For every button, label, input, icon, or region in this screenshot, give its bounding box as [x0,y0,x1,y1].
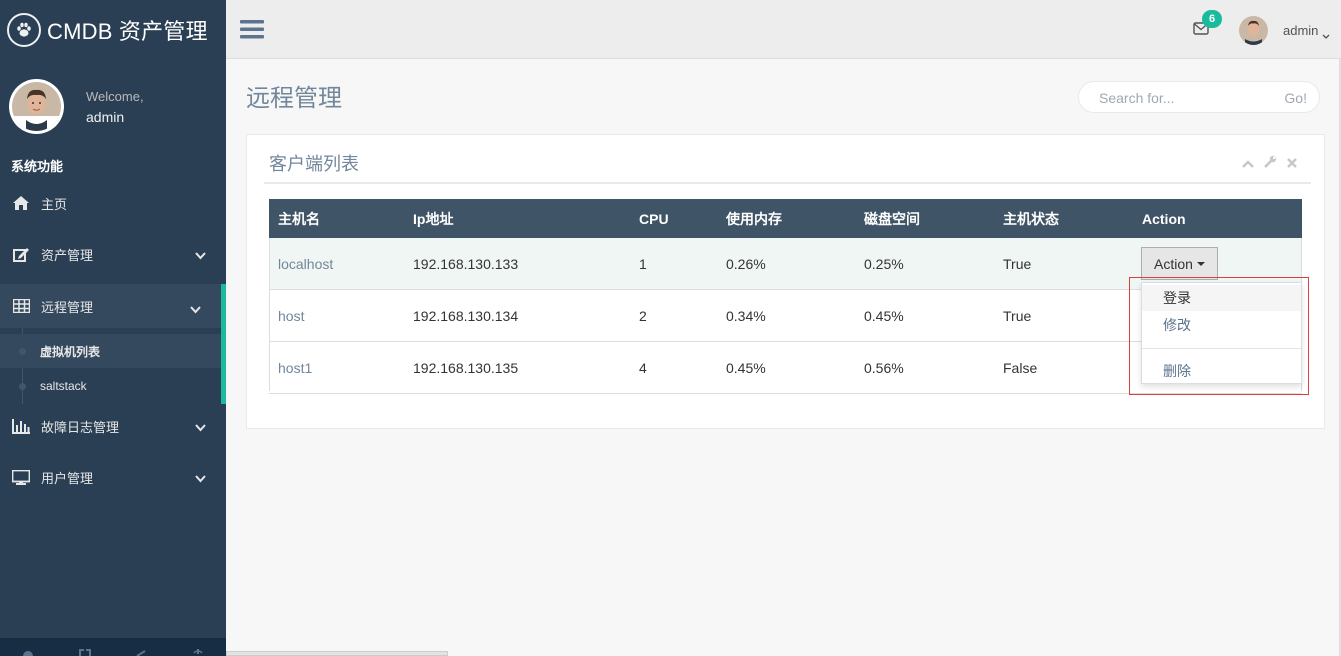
table-header-row: 主机名 Ip地址 CPU 使用内存 磁盘空间 主机状态 Action [269,199,1302,238]
sidebar-item-label: 资产管理 [41,247,94,263]
column-header: Ip地址 [404,199,630,238]
sidebar-item-home[interactable]: 主页 [0,183,226,223]
memory-cell: 0.34% [717,289,855,342]
cpu-cell: 1 [630,238,717,290]
power-icon[interactable] [191,648,205,656]
menu-item-edit[interactable]: 修改 [1142,312,1301,338]
lock-icon[interactable] [134,648,148,656]
submenu-item-saltstack[interactable]: saltstack [0,369,221,403]
bar-chart-icon [11,418,31,434]
action-dropdown-menu: 登录 修改 删除 [1141,282,1302,384]
status-cell: True [994,289,1133,342]
hostname-cell[interactable]: localhost [269,238,404,290]
disk-cell: 0.45% [855,289,994,342]
table-icon [11,299,31,313]
edit-icon [11,247,31,262]
disk-cell: 0.25% [855,238,994,290]
user-menu[interactable]: admin [1283,23,1318,38]
settings-icon[interactable] [21,648,35,656]
sidebar-item-users[interactable]: 用户管理 [0,457,226,497]
column-header: 使用内存 [717,199,855,238]
menu-item-delete[interactable]: 删除 [1142,358,1301,384]
horizontal-scrollbar[interactable] [226,651,448,656]
sidebar-item-label: 远程管理 [41,299,94,315]
chevron-down-icon[interactable] [1322,27,1330,45]
sidebar-item-assets[interactable]: 资产管理 [0,234,226,274]
menu-section-title: 系统功能 [11,159,64,174]
column-header: 主机状态 [994,199,1133,238]
sidebar-footer [0,638,226,656]
sidebar: CMDB 资产管理 Welcome, admin 系统功能 主页 资产管理 远程… [0,0,226,656]
hostname-cell[interactable]: host [269,289,404,342]
chevron-down-icon [195,471,206,486]
cpu-cell: 2 [630,289,717,342]
column-header: 磁盘空间 [855,199,994,238]
notification-badge: 6 [1202,10,1222,28]
chevron-down-icon [195,420,206,435]
search-go-button[interactable]: Go! [1284,90,1307,106]
chevron-down-icon [195,248,206,263]
collapse-icon[interactable] [1242,155,1254,173]
close-icon[interactable] [1287,155,1297,173]
ip-cell: 192.168.130.135 [404,341,630,394]
action-dropdown-button[interactable]: Action [1141,247,1218,280]
page-title: 远程管理 [246,85,342,112]
column-header: 主机名 [269,199,404,238]
welcome-text: Welcome, [86,88,144,104]
panel-title: 客户端列表 [269,154,359,174]
desktop-icon [11,469,31,485]
disk-cell: 0.56% [855,341,994,394]
brand[interactable]: CMDB 资产管理 [0,0,226,60]
sidebar-item-fault-log[interactable]: 故障日志管理 [0,406,226,446]
remote-submenu: 虚拟机列表 saltstack [0,328,226,404]
profile-username: admin [86,108,125,125]
wrench-icon[interactable] [1264,155,1277,173]
search-box: Go! [1078,81,1320,113]
paw-icon [7,13,41,47]
top-nav: 6 admin [226,0,1341,59]
sidebar-item-label: 故障日志管理 [41,419,120,435]
column-header: CPU [630,199,717,238]
cpu-cell: 4 [630,341,717,394]
panel-toolbox [1242,155,1297,173]
submenu-item-label: saltstack [40,379,87,393]
menu-item-login[interactable]: 登录 [1142,285,1301,311]
submenu-item-vm-list[interactable]: 虚拟机列表 [0,334,221,368]
action-button-label: Action [1154,255,1193,272]
hostname-cell[interactable]: host1 [269,341,404,394]
home-icon [11,196,31,210]
status-cell: True [994,238,1133,290]
sidebar-item-label: 用户管理 [41,470,94,486]
menu-divider [1142,348,1301,349]
search-input[interactable] [1097,89,1271,107]
column-header: Action [1133,199,1302,238]
memory-cell: 0.26% [717,238,855,290]
memory-cell: 0.45% [717,341,855,394]
brand-title: CMDB 资产管理 [47,19,208,44]
status-cell: False [994,341,1133,394]
avatar [9,79,64,134]
sidebar-item-label: 主页 [41,196,68,212]
user-avatar[interactable] [1239,16,1268,45]
caret-down-icon [1196,261,1205,266]
submenu-item-label: 虚拟机列表 [40,344,101,359]
fullscreen-icon[interactable] [78,648,92,656]
sidebar-item-remote[interactable]: 远程管理 [0,284,226,328]
ip-cell: 192.168.130.134 [404,289,630,342]
chevron-down-icon [190,302,201,317]
ip-cell: 192.168.130.133 [404,238,630,290]
menu-toggle-icon[interactable] [240,19,264,45]
profile: Welcome, admin [9,79,144,134]
